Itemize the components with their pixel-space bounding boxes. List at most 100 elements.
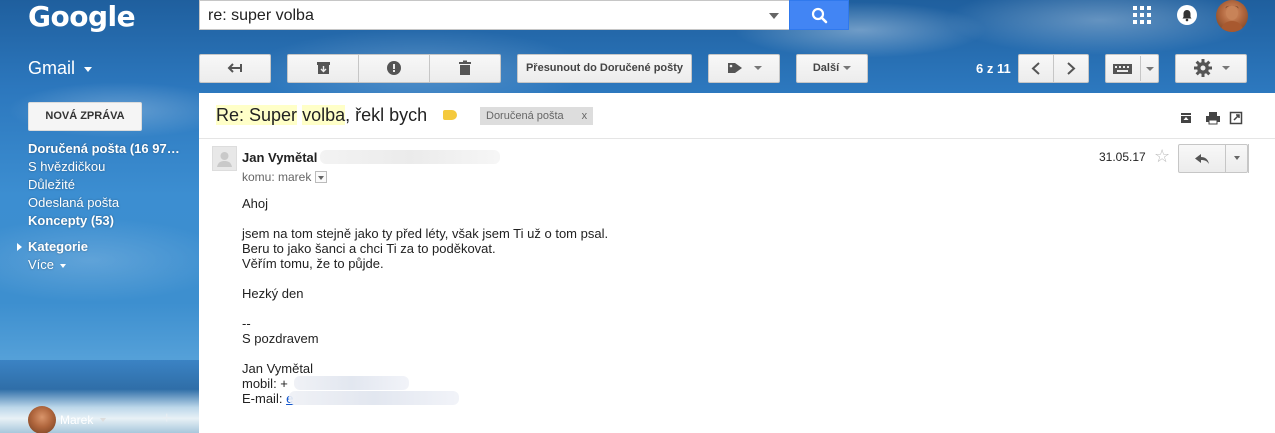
keyboard-icon bbox=[1113, 64, 1132, 74]
body-line: Věřím tomu, že to půjde. bbox=[242, 256, 384, 271]
move-to-inbox-label: Přesunout do Doručené pošty bbox=[525, 62, 684, 74]
button-divider bbox=[1248, 144, 1249, 173]
body-line: Hezký den bbox=[242, 286, 304, 301]
sidebar-item-categories-label: Kategorie bbox=[28, 239, 88, 254]
sidebar-item-categories[interactable]: Kategorie bbox=[17, 238, 193, 256]
subject-highlight: volba bbox=[302, 105, 346, 125]
redacted-sender-email bbox=[320, 150, 500, 164]
message-body: Ahoj jsem na tom stejně jako ty před lét… bbox=[242, 196, 608, 406]
account-avatar[interactable] bbox=[1216, 0, 1248, 32]
search-options-caret-icon[interactable] bbox=[769, 13, 779, 19]
message-subject: Re: Super volba, řekl bych bbox=[216, 105, 427, 126]
search-icon bbox=[811, 7, 828, 24]
open-new-window-icon[interactable] bbox=[1229, 111, 1243, 125]
reply-icon bbox=[1195, 154, 1209, 164]
collapse-all-icon[interactable] bbox=[1179, 111, 1193, 125]
back-button[interactable] bbox=[199, 54, 271, 83]
sidebar-user-name: Marek bbox=[60, 413, 94, 427]
chevron-down-icon bbox=[59, 263, 66, 268]
message-pane: Re: Super volba, řekl bych Doručená pošt… bbox=[199, 93, 1275, 433]
trash-icon bbox=[459, 60, 471, 75]
expand-triangle-icon[interactable] bbox=[17, 243, 22, 251]
chevron-right-icon bbox=[1067, 62, 1076, 75]
labels-button[interactable] bbox=[708, 54, 780, 83]
chevron-down-icon bbox=[1221, 66, 1230, 71]
google-logo[interactable]: Google bbox=[28, 0, 136, 33]
sidebar-item-starred[interactable]: S hvězdičkou bbox=[28, 158, 193, 176]
search-box bbox=[199, 0, 789, 30]
body-line: S pozdravem bbox=[242, 331, 319, 346]
redacted-phone bbox=[294, 376, 409, 390]
chevron-down-icon bbox=[753, 66, 762, 71]
label-chip-inbox[interactable]: Doručená pošta x bbox=[480, 107, 594, 125]
gmail-app-switcher[interactable]: Gmail bbox=[28, 58, 93, 79]
chevron-left-icon bbox=[1031, 62, 1040, 75]
more-options-button[interactable] bbox=[1225, 144, 1248, 173]
chevron-down-icon bbox=[84, 66, 93, 72]
recipient-text: komu: marek bbox=[242, 170, 312, 184]
body-line bbox=[242, 346, 608, 361]
sender-avatar bbox=[212, 146, 237, 171]
search-button[interactable] bbox=[789, 0, 849, 30]
sidebar-spacer bbox=[28, 230, 193, 238]
body-line bbox=[242, 301, 608, 316]
pagination-count: 6 z 11 bbox=[976, 61, 1011, 76]
back-arrow-icon bbox=[227, 63, 242, 73]
archive-button[interactable] bbox=[287, 54, 359, 83]
notifications-bell-icon[interactable] bbox=[1177, 5, 1197, 25]
label-tag-icon bbox=[728, 63, 743, 74]
more-actions-button[interactable]: Další bbox=[796, 54, 868, 83]
move-to-inbox-button[interactable]: Přesunout do Doručené pošty bbox=[517, 54, 692, 83]
delete-button[interactable] bbox=[429, 54, 501, 83]
sidebar-item-important[interactable]: Důležité bbox=[28, 176, 193, 194]
email-label: E-mail: bbox=[242, 391, 287, 406]
hangouts-user[interactable]: Marek + bbox=[28, 406, 193, 433]
message-date: 31.05.17 bbox=[1099, 150, 1146, 164]
add-contact-icon[interactable]: + bbox=[162, 410, 171, 428]
subject-rest: , řekl bych bbox=[345, 105, 428, 125]
archive-icon bbox=[317, 62, 330, 74]
sidebar-item-sent[interactable]: Odeslaná pošta bbox=[28, 194, 193, 212]
recipient-line: komu: marek bbox=[242, 170, 328, 184]
mobile-label: mobil: + bbox=[242, 376, 288, 391]
body-line: Beru to jako šanci a chci Ti za to poděk… bbox=[242, 241, 496, 256]
print-icon[interactable] bbox=[1205, 111, 1221, 125]
header-divider bbox=[199, 138, 1275, 139]
body-line bbox=[242, 271, 608, 286]
apps-grid-icon[interactable] bbox=[1133, 6, 1151, 24]
important-marker-icon[interactable] bbox=[443, 110, 457, 120]
sidebar-avatar[interactable] bbox=[28, 406, 56, 433]
star-icon[interactable]: ☆ bbox=[1154, 146, 1170, 167]
input-tools-button[interactable] bbox=[1105, 54, 1159, 83]
subject-highlight: Re: Super bbox=[216, 105, 298, 125]
body-line: -- bbox=[242, 316, 251, 331]
sidebar-nav: Doručená pošta (16 97… S hvězdičkou Důle… bbox=[17, 140, 193, 274]
sender-name[interactable]: Jan Vymětal bbox=[242, 150, 317, 165]
sidebar-item-drafts[interactable]: Koncepty (53) bbox=[28, 212, 193, 230]
chevron-down-icon bbox=[1234, 156, 1240, 160]
body-line bbox=[242, 211, 608, 226]
chevron-down-icon bbox=[1146, 67, 1154, 71]
chevron-down-icon bbox=[843, 66, 852, 71]
more-actions-label: Další bbox=[812, 62, 840, 74]
gear-icon bbox=[1194, 59, 1213, 78]
compose-button[interactable]: NOVÁ ZPRÁVA bbox=[28, 102, 142, 131]
chevron-down-icon[interactable] bbox=[100, 418, 106, 422]
body-line: Ahoj bbox=[242, 196, 269, 211]
newer-button[interactable] bbox=[1018, 54, 1054, 83]
sidebar-item-inbox[interactable]: Doručená pošta (16 97… bbox=[28, 140, 193, 158]
label-chip-text: Doručená pošta bbox=[486, 110, 564, 122]
report-spam-button[interactable] bbox=[358, 54, 430, 83]
sidebar-item-more-label: Více bbox=[28, 257, 55, 272]
button-divider bbox=[1140, 56, 1141, 81]
remove-label-button[interactable]: x bbox=[582, 110, 588, 122]
sidebar-item-more[interactable]: Více bbox=[28, 256, 193, 274]
search-input[interactable] bbox=[208, 7, 758, 25]
settings-button[interactable] bbox=[1175, 54, 1247, 83]
older-button[interactable] bbox=[1053, 54, 1089, 83]
spam-icon bbox=[387, 61, 401, 75]
gmail-label: Gmail bbox=[28, 58, 76, 78]
show-details-button[interactable] bbox=[315, 171, 328, 183]
body-line: jsem na tom stejně jako ty před léty, vš… bbox=[242, 226, 609, 241]
body-line: Jan Vymětal bbox=[242, 361, 314, 376]
